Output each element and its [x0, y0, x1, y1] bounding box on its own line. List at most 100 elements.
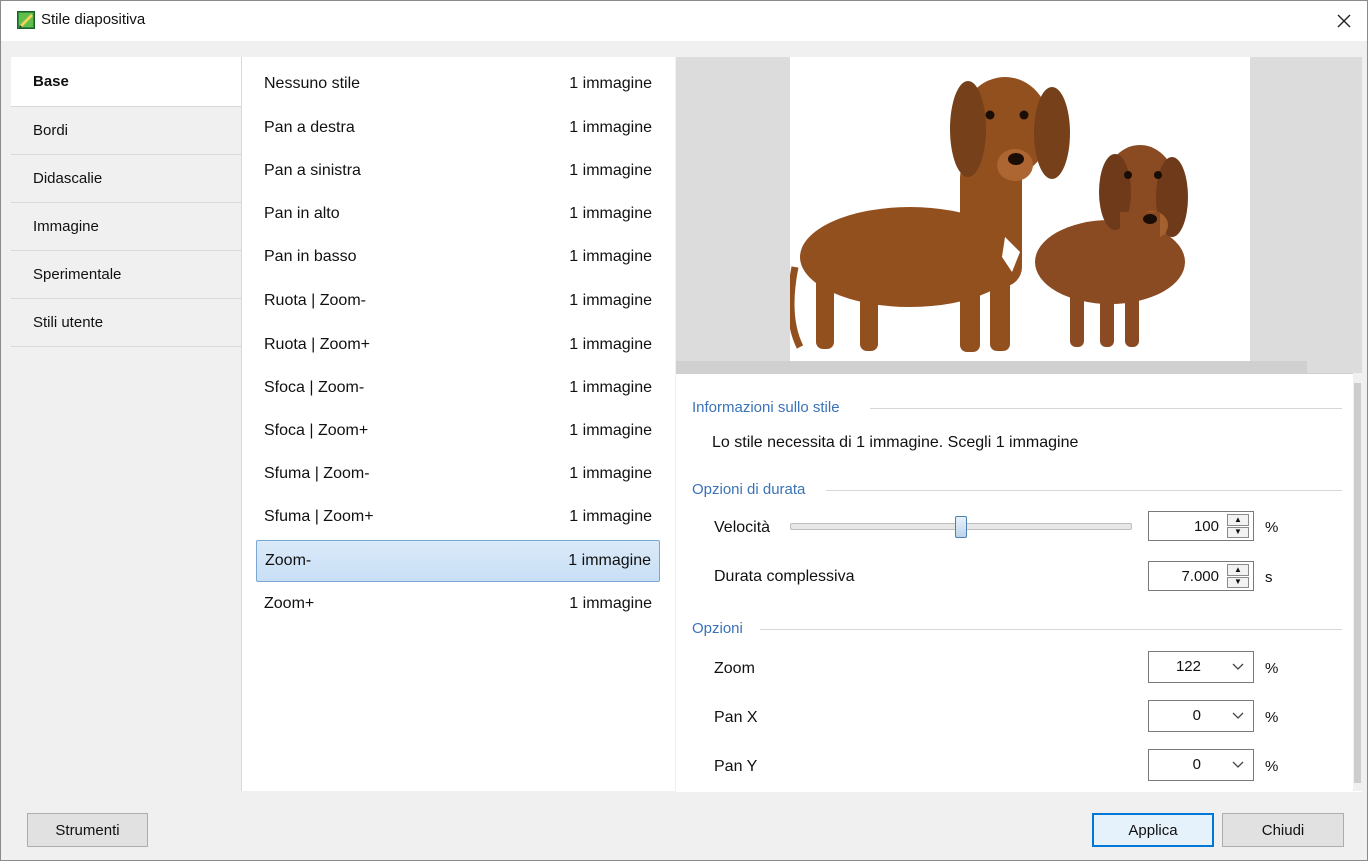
total-duration-label: Durata complessiva: [714, 568, 855, 585]
speed-spinbox[interactable]: 100 ▲ ▼: [1148, 511, 1254, 541]
close-button-label: Chiudi: [1261, 821, 1305, 839]
zoom-unit: %: [1265, 660, 1279, 677]
zoom-label: Zoom: [714, 660, 755, 677]
style-name: Pan a destra: [264, 119, 355, 136]
style-count: 1 immagine: [569, 336, 652, 353]
tab-stili-utente[interactable]: Stili utente: [11, 299, 241, 347]
spin-down-icon[interactable]: ▼: [1227, 526, 1249, 538]
chevron-down-icon: [1232, 712, 1244, 719]
pan-y-value: 0: [1192, 756, 1201, 773]
list-item[interactable]: Sfuma | Zoom- 1 immagine: [256, 454, 660, 496]
style-count: 1 immagine: [569, 292, 652, 309]
apply-button[interactable]: Applica: [1092, 813, 1214, 847]
style-count: 1 immagine: [568, 552, 651, 569]
divider: [870, 408, 1342, 409]
style-dialog: Stile diapositiva Base Bordi Didascalie …: [0, 0, 1368, 861]
speed-unit: %: [1265, 519, 1279, 536]
spin-up-icon[interactable]: ▲: [1227, 564, 1249, 576]
list-item-selected[interactable]: Zoom- 1 immagine: [256, 540, 660, 582]
style-name: Pan a sinistra: [264, 162, 361, 179]
style-name: Ruota | Zoom+: [264, 336, 370, 353]
pan-x-label: Pan X: [714, 709, 758, 726]
tab-label: Immagine: [33, 218, 99, 235]
style-count: 1 immagine: [569, 508, 652, 525]
close-button[interactable]: Chiudi: [1222, 813, 1344, 847]
style-name: Pan in basso: [264, 248, 357, 265]
total-duration-value: 7.000: [1181, 568, 1219, 585]
style-count: 1 immagine: [569, 422, 652, 439]
chevron-down-icon: [1232, 663, 1244, 670]
style-count: 1 immagine: [569, 75, 652, 92]
pan-y-combobox[interactable]: 0: [1148, 749, 1254, 781]
style-count: 1 immagine: [569, 205, 652, 222]
style-name: Zoom-: [265, 552, 312, 569]
style-count: 1 immagine: [569, 379, 652, 396]
style-name: Sfoca | Zoom-: [264, 379, 365, 396]
list-item[interactable]: Pan in basso 1 immagine: [256, 237, 660, 279]
style-name: Zoom+: [264, 595, 315, 612]
pan-y-label: Pan Y: [714, 758, 758, 775]
style-info-text: Lo stile necessita di 1 immagine. Scegli…: [712, 434, 1079, 451]
style-name: Sfuma | Zoom+: [264, 508, 374, 525]
pan-x-value: 0: [1192, 707, 1201, 724]
list-item[interactable]: Ruota | Zoom- 1 immagine: [256, 281, 660, 323]
list-item[interactable]: Pan a destra 1 immagine: [256, 108, 660, 150]
total-duration-spinbox[interactable]: 7.000 ▲ ▼: [1148, 561, 1254, 591]
zoom-combobox[interactable]: 122: [1148, 651, 1254, 683]
tab-sperimentale[interactable]: Sperimentale: [11, 251, 241, 299]
list-item[interactable]: Ruota | Zoom+ 1 immagine: [256, 325, 660, 367]
speed-slider-thumb[interactable]: [955, 516, 967, 538]
speed-value: 100: [1193, 518, 1219, 535]
tab-label: Stili utente: [33, 314, 104, 331]
list-item[interactable]: Sfoca | Zoom+ 1 immagine: [256, 411, 660, 453]
tools-button[interactable]: Strumenti: [27, 813, 148, 847]
style-name: Sfoca | Zoom+: [264, 422, 369, 439]
tab-label: Base: [33, 73, 69, 90]
pan-y-unit: %: [1265, 758, 1279, 775]
scrollbar-thumb[interactable]: [1354, 383, 1361, 783]
style-count: 1 immagine: [569, 465, 652, 482]
list-item[interactable]: Pan a sinistra 1 immagine: [256, 151, 660, 193]
close-window-button[interactable]: [1321, 1, 1367, 41]
speed-label: Velocità: [714, 519, 771, 536]
tab-base[interactable]: Base: [11, 57, 241, 107]
divider: [826, 490, 1342, 491]
total-duration-unit: s: [1265, 569, 1273, 586]
options-scrollbar[interactable]: [1353, 373, 1362, 791]
preview-panel: [676, 57, 1362, 373]
preview-image: [790, 57, 1250, 361]
title-bar: Stile diapositiva: [1, 1, 1367, 41]
tab-immagine[interactable]: Immagine: [11, 203, 241, 251]
tab-label: Bordi: [33, 122, 69, 139]
style-count: 1 immagine: [569, 119, 652, 136]
pan-x-combobox[interactable]: 0: [1148, 700, 1254, 732]
list-item[interactable]: Nessuno stile 1 immagine: [256, 64, 660, 106]
preview-scrollbar[interactable]: [676, 361, 1307, 373]
spin-up-icon[interactable]: ▲: [1227, 514, 1249, 526]
zoom-value: 122: [1175, 658, 1201, 675]
style-name: Sfuma | Zoom-: [264, 465, 370, 482]
style-count: 1 immagine: [569, 595, 652, 612]
tab-label: Didascalie: [33, 170, 103, 187]
list-item[interactable]: Zoom+ 1 immagine: [256, 584, 660, 626]
style-name: Pan in alto: [264, 205, 340, 222]
list-item[interactable]: Pan in alto 1 immagine: [256, 194, 660, 236]
tab-didascalie[interactable]: Didascalie: [11, 155, 241, 203]
style-count: 1 immagine: [569, 162, 652, 179]
chevron-down-icon: [1232, 761, 1244, 768]
close-icon: [1337, 14, 1351, 28]
app-icon: [17, 11, 35, 29]
style-name: Nessuno stile: [264, 75, 361, 92]
tab-bordi[interactable]: Bordi: [11, 107, 241, 155]
tab-label: Sperimentale: [33, 266, 122, 283]
options-panel: Informazioni sullo stile Lo stile necess…: [676, 373, 1362, 792]
list-item[interactable]: Sfoca | Zoom- 1 immagine: [256, 368, 660, 410]
tools-button-label: Strumenti: [55, 821, 120, 839]
group-title-options: Opzioni: [692, 620, 743, 637]
spin-down-icon[interactable]: ▼: [1227, 576, 1249, 588]
style-name: Ruota | Zoom-: [264, 292, 366, 309]
category-tabs: Base Bordi Didascalie Immagine Speriment…: [11, 57, 242, 791]
pan-x-unit: %: [1265, 709, 1279, 726]
group-title-duration: Opzioni di durata: [692, 481, 806, 498]
list-item[interactable]: Sfuma | Zoom+ 1 immagine: [256, 497, 660, 539]
